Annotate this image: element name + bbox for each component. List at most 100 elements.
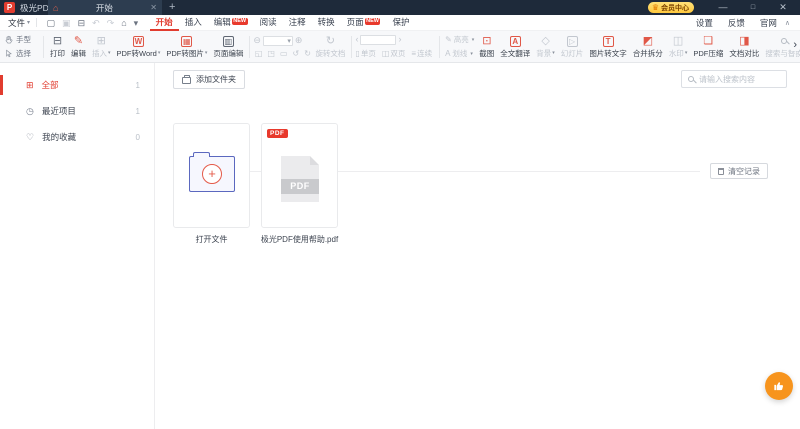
search-input[interactable] — [699, 74, 780, 84]
minimize-button[interactable]: — — [708, 0, 738, 15]
menu-tab-label: 阅读 — [259, 16, 277, 27]
hand-icon — [5, 35, 13, 44]
menu-tab-convert[interactable]: 转换 — [312, 15, 341, 31]
sidebar-item-favorites-label: 我的收藏 — [42, 132, 77, 142]
page-edit-button-label: 页面编辑 — [213, 48, 244, 58]
redo-icon: ↷ — [106, 17, 115, 28]
rotate-right-icon: ↻ — [304, 48, 311, 58]
screenshot-button[interactable]: ⊡ 截图 — [476, 32, 497, 62]
pdf-file-card-label: 极光PDF使用帮助.pdf — [260, 235, 339, 244]
menu-tab-read[interactable]: 阅读 — [254, 15, 283, 31]
print-quick-icon[interactable]: ⊟ — [78, 15, 86, 31]
sidebar-item-recent[interactable]: ◷ 最近项目 1 — [0, 98, 154, 124]
sidebar-item-favorites-count: 0 — [135, 132, 140, 142]
menu-tab-home[interactable]: 开始 — [149, 15, 179, 31]
doc-compare-button-icon: ◨ — [739, 34, 750, 47]
pdf-file-card[interactable]: PDF PDF — [261, 123, 338, 228]
sidebar-item-recent-icon: ◷ — [26, 106, 34, 116]
file-menu[interactable]: 文件 ▾ — [8, 17, 30, 29]
menu-tab-page[interactable]: 页面 NEW — [341, 15, 387, 31]
continuous-button-label: 连续 — [417, 48, 433, 58]
view-modes-row: ▯ 单页 ◫ 双页 ≡ 连续 — [355, 48, 436, 59]
actual-size-icon: ▭ — [279, 48, 288, 58]
menu-tab-insert[interactable]: 插入 — [179, 15, 208, 31]
titlebar-right: ♛ 会员中心 — □ ✕ — [647, 0, 798, 15]
page-edit-button-icon: ▥ — [222, 35, 234, 47]
document-tab[interactable]: ⌂ 开始 ✕ — [48, 0, 162, 15]
sidebar-item-all-count: 1 — [135, 80, 140, 90]
menu-tab-annotate[interactable]: 注释 — [283, 15, 312, 31]
select-tool[interactable]: 选择 — [4, 48, 40, 59]
member-center-badge[interactable]: ♛ 会员中心 — [647, 2, 694, 13]
feedback-like-button[interactable] — [765, 372, 793, 400]
highlight-button: ✎ 高亮 ▾ — [445, 34, 474, 45]
edit-button[interactable]: ✎ 编辑 — [68, 32, 89, 62]
watermark-button: ◫ 水印 ▾ — [666, 32, 691, 62]
single-page-button-icon: ▯ — [355, 48, 360, 58]
ribbon-group-tools: ⊡ 截图 A 全文翻译 ◇ 背景 ▾ ▷ 幻灯片 T 图片转文字 ◩ 合并拆分 ◫ 水印 ▾ ❏ PDF压缩 ◨ 文档… — [476, 32, 800, 62]
search-box[interactable] — [681, 70, 787, 88]
link-website[interactable]: 官网 — [760, 17, 777, 29]
print-button-label: 打印 — [50, 48, 65, 58]
divider — [439, 35, 441, 58]
background-button-icon: ◇ — [541, 34, 550, 47]
chevron-down-icon: ▾ — [204, 50, 208, 56]
doc-compare-button[interactable]: ◨ 文档对比 — [726, 32, 762, 62]
background-button: ◇ 背景 ▾ — [533, 32, 558, 62]
chevron-down-icon: ▾ — [287, 37, 291, 45]
chevron-down-icon: ▾ — [470, 50, 473, 57]
more-tools-icon[interactable]: › — [791, 39, 799, 51]
double-page-button-label: 双页 — [390, 48, 406, 58]
folder-plus-icon: + — [189, 151, 235, 192]
divider — [43, 35, 44, 58]
quick-access-toolbar: ▢ ▣ ⊟ ↶ ↷ ⌂ ▾ — [43, 15, 142, 31]
ribbon-group-main: ⊟ 打印 ✎ 编辑 ⊞ 插入 ▾ W PDF转Word ▾ ▦ PDF转图片 ▾ ▥ 页面编辑 — [47, 32, 246, 62]
open-file-icon[interactable]: ▢ — [47, 15, 56, 31]
close-button[interactable]: ✕ — [768, 0, 798, 15]
print-button[interactable]: ⊟ 打印 — [47, 32, 68, 62]
open-file-card[interactable]: + — [173, 123, 250, 228]
sidebar-item-all[interactable]: ⊞ 全部 1 — [0, 72, 154, 98]
chevron-down-icon: ▾ — [157, 50, 161, 56]
link-feedback[interactable]: 反馈 — [728, 17, 745, 29]
menu-tab-protect[interactable]: 保护 — [386, 15, 415, 31]
next-page-icon: › — [398, 34, 402, 44]
app-logo-icon: P — [4, 2, 15, 13]
double-page-button: ◫ 双页 — [382, 48, 406, 59]
link-settings[interactable]: 设置 — [696, 17, 713, 29]
ribbon-toolbar: 手型 选择 ⊟ 打印 ✎ 编辑 ⊞ 插入 ▾ W PDF转Word ▾ ▦ PDF转图片 ▾ ▥ 页面编辑 … — [0, 31, 800, 63]
pdf-page-band: PDF — [281, 179, 319, 194]
page-edit-button[interactable]: ▥ 页面编辑 — [210, 32, 246, 62]
pdf-to-word-button[interactable]: W PDF转Word ▾ — [114, 32, 164, 62]
image-to-text-button[interactable]: T 图片转文字 — [586, 32, 630, 62]
clear-history-button[interactable]: 清空记录 — [710, 163, 768, 179]
home-quick-icon[interactable]: ⌂ — [121, 15, 126, 31]
continuous-button: ≡ 连续 — [411, 48, 432, 59]
recent-files-grid: + 打开文件 PDF PDF 极光PDF使用帮助.pdf — [173, 123, 338, 245]
rotate-document-button: ↻ 旋转文档 — [312, 32, 348, 62]
pdf-to-image-button[interactable]: ▦ PDF转图片 ▾ — [163, 32, 210, 62]
quick-more-icon[interactable]: ▾ — [134, 15, 139, 31]
chevron-down-icon: ▾ — [684, 50, 688, 56]
menu-tab-edit[interactable]: 编辑 NEW — [208, 15, 254, 31]
pdf-compress-button[interactable]: ❏ PDF压缩 — [690, 32, 726, 62]
collapse-ribbon-icon[interactable]: ∧ — [785, 19, 790, 27]
fit-width-icon: ◳ — [267, 48, 275, 58]
sidebar-item-favorites-icon: ♡ — [26, 132, 35, 142]
add-folder-button[interactable]: 添加文件夹 — [173, 70, 245, 89]
maximize-button[interactable]: □ — [738, 0, 768, 15]
hand-tool[interactable]: 手型 — [4, 34, 40, 45]
sidebar-item-favorites[interactable]: ♡ 我的收藏 0 — [0, 124, 154, 150]
chevron-down-icon: ▾ — [27, 20, 31, 26]
slideshow-button-label: 幻灯片 — [560, 48, 584, 58]
annotation-tools: ✎ 高亮 ▾ A 划线 ▾ — [443, 34, 476, 59]
translate-button[interactable]: A 全文翻译 — [497, 32, 533, 62]
new-tab-button[interactable]: + — [169, 0, 175, 15]
print-button-icon: ⊟ — [52, 34, 63, 47]
merge-split-button[interactable]: ◩ 合并拆分 — [630, 32, 666, 62]
underline-button-icon: A — [445, 49, 451, 58]
watermark-button-label: 水印 ▾ — [668, 48, 688, 58]
image-to-text-button-label: 图片转文字 — [589, 48, 627, 58]
tab-close-icon[interactable]: ✕ — [150, 3, 157, 12]
divider — [351, 35, 353, 58]
